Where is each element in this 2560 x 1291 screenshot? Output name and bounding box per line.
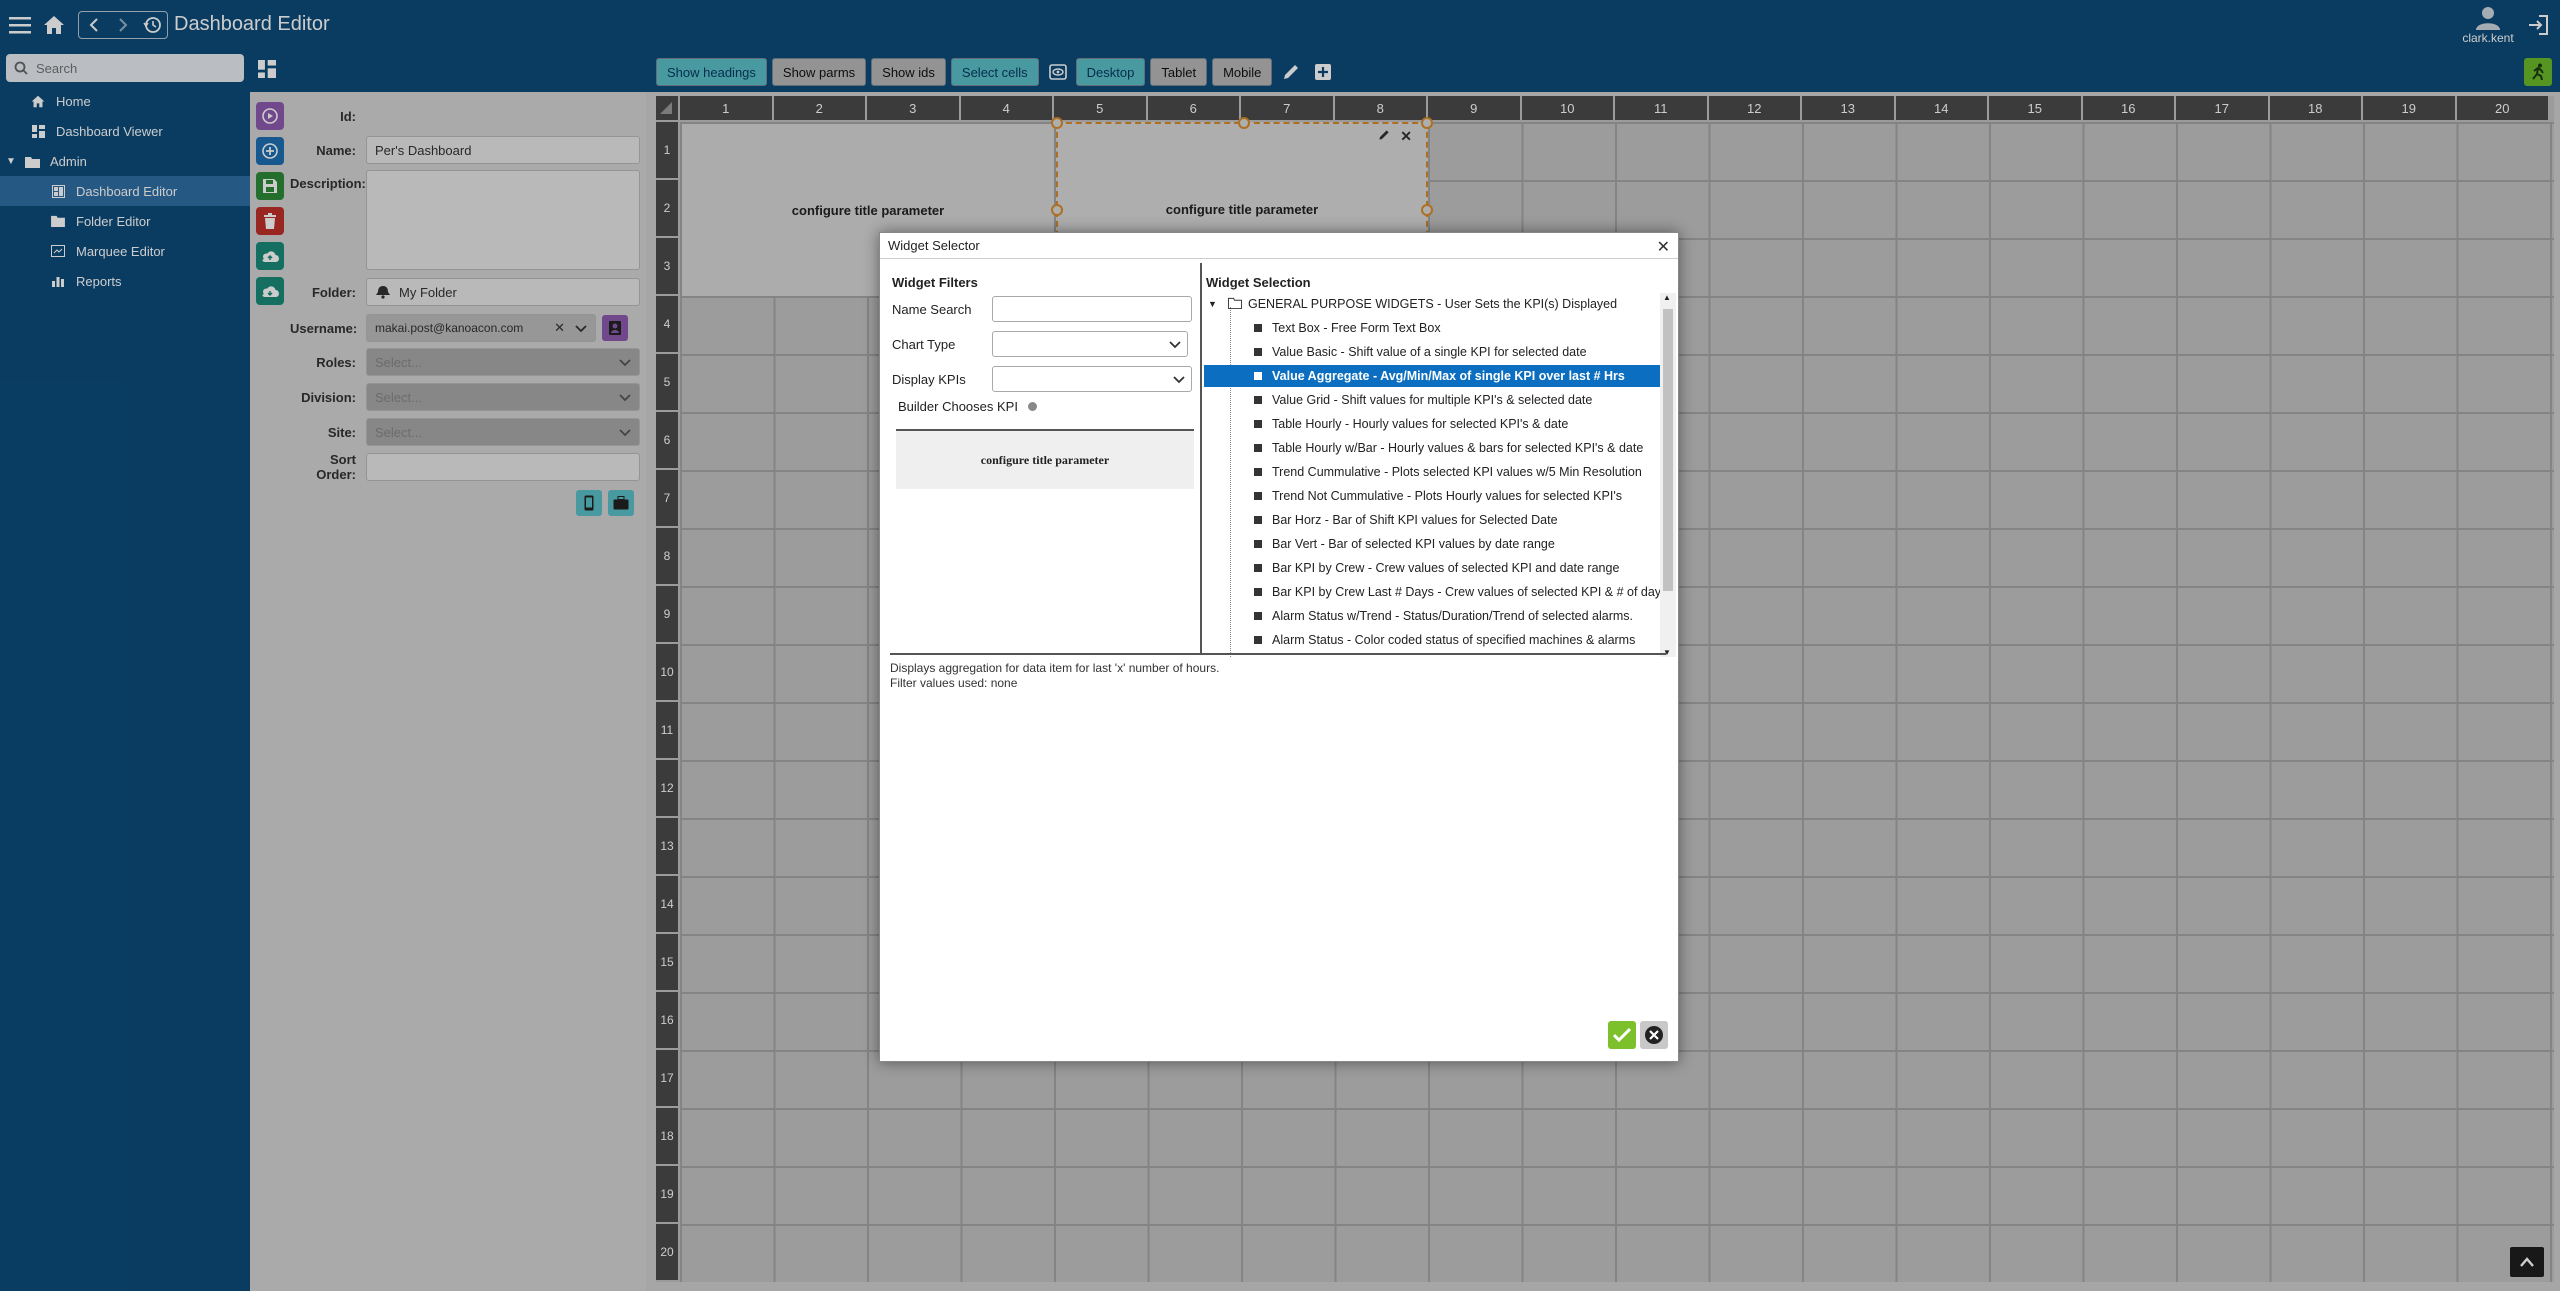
widget-selector-dialog: Widget Selector ✕ Widget Filters Name Se… bbox=[879, 232, 1679, 1062]
widget-item-label: Trend Cummulative - Plots selected KPI v… bbox=[1272, 465, 1642, 479]
checkmark-icon bbox=[1613, 1028, 1631, 1042]
dialog-header: Widget Selector ✕ bbox=[880, 233, 1678, 259]
toggle-indicator[interactable] bbox=[1027, 402, 1037, 411]
widget-square-icon bbox=[1254, 612, 1262, 620]
widget-square-icon bbox=[1254, 420, 1262, 428]
filters-title: Widget Filters bbox=[892, 275, 978, 290]
tree-root-label: GENERAL PURPOSE WIDGETS - User Sets the … bbox=[1248, 297, 1618, 311]
widget-tree-item[interactable]: Value Grid - Shift values for multiple K… bbox=[1204, 389, 1660, 411]
display-kpis-label: Display KPIs bbox=[892, 371, 966, 387]
widget-item-label: Value Basic - Shift value of a single KP… bbox=[1272, 345, 1587, 359]
display-kpis-select[interactable] bbox=[992, 366, 1192, 392]
widget-tree-item[interactable]: Trend Cummulative - Plots selected KPI v… bbox=[1204, 461, 1660, 483]
widget-item-label: Alarm Status - Color coded status of spe… bbox=[1272, 633, 1636, 647]
widget-square-icon bbox=[1254, 372, 1262, 380]
widget-square-icon bbox=[1254, 564, 1262, 572]
widget-square-icon bbox=[1254, 636, 1262, 644]
widget-tree-item[interactable]: Bar KPI by Crew Last # Days - Crew value… bbox=[1204, 581, 1660, 603]
widget-filters-panel: Widget Filters Name Search Chart Type Di… bbox=[890, 263, 1200, 653]
widget-tree: ▼ GENERAL PURPOSE WIDGETS - User Sets th… bbox=[1204, 293, 1660, 657]
tree-scrollbar[interactable]: ▲ ▼ bbox=[1660, 293, 1676, 657]
scroll-up-icon[interactable]: ▲ bbox=[1663, 293, 1671, 302]
dialog-title: Widget Selector bbox=[888, 238, 980, 253]
widget-tree-item[interactable]: Text Box - Free Form Text Box bbox=[1204, 317, 1660, 339]
widget-tree-item[interactable]: Bar Horz - Bar of Shift KPI values for S… bbox=[1204, 509, 1660, 531]
confirm-button[interactable] bbox=[1608, 1021, 1636, 1049]
chart-type-row: Chart Type bbox=[892, 330, 1202, 358]
widget-square-icon bbox=[1254, 516, 1262, 524]
caret-down-icon[interactable]: ▼ bbox=[1208, 299, 1222, 309]
chevron-down-icon bbox=[1169, 337, 1181, 352]
widget-tree-item[interactable]: Value Basic - Shift value of a single KP… bbox=[1204, 341, 1660, 363]
folder-open-icon bbox=[1228, 297, 1242, 312]
widget-item-label: Table Hourly w/Bar - Hourly values & bar… bbox=[1272, 441, 1644, 455]
widget-square-icon bbox=[1254, 324, 1262, 332]
widget-tree-item[interactable]: Bar Vert - Bar of selected KPI values by… bbox=[1204, 533, 1660, 555]
chevron-down-icon bbox=[1173, 372, 1185, 387]
widget-item-label: Text Box - Free Form Text Box bbox=[1272, 321, 1441, 335]
widget-selection-panel: Widget Selection ▼ GENERAL PURPOSE WIDGE… bbox=[1204, 263, 1676, 657]
widget-square-icon bbox=[1254, 348, 1262, 356]
tree-root-node[interactable]: ▼ GENERAL PURPOSE WIDGETS - User Sets th… bbox=[1204, 293, 1660, 315]
widget-tree-item[interactable]: Alarm Status w/Trend - Status/Duration/T… bbox=[1204, 605, 1660, 627]
widget-item-label: Bar KPI by Crew - Crew values of selecte… bbox=[1272, 561, 1620, 575]
widget-item-label: Trend Not Cummulative - Plots Hourly val… bbox=[1272, 489, 1622, 503]
selection-title: Widget Selection bbox=[1206, 275, 1311, 290]
widget-item-label: Bar Horz - Bar of Shift KPI values for S… bbox=[1272, 513, 1558, 527]
widget-tree-item[interactable]: Value Aggregate - Avg/Min/Max of single … bbox=[1204, 365, 1660, 387]
chart-type-select[interactable] bbox=[992, 331, 1188, 357]
name-search-row: Name Search bbox=[892, 295, 1202, 323]
description-divider bbox=[890, 653, 1666, 655]
close-icon[interactable]: ✕ bbox=[1657, 237, 1670, 257]
builder-label: Builder Chooses KPI bbox=[898, 399, 1018, 414]
preview-text: configure title parameter bbox=[980, 452, 1110, 467]
widget-item-label: Alarm Status w/Trend - Status/Duration/T… bbox=[1272, 609, 1634, 623]
widget-square-icon bbox=[1254, 396, 1262, 404]
cancel-button[interactable] bbox=[1640, 1021, 1668, 1049]
filter-values-line: Filter values used: none bbox=[890, 676, 1018, 690]
widget-square-icon bbox=[1254, 492, 1262, 500]
display-kpis-row: Display KPIs bbox=[892, 365, 1202, 393]
widget-square-icon bbox=[1254, 468, 1262, 476]
widget-tree-item[interactable]: Alarm Status - Color coded status of spe… bbox=[1204, 629, 1660, 651]
widget-tree-item[interactable]: Table Hourly w/Bar - Hourly values & bar… bbox=[1204, 437, 1660, 459]
widget-item-label: Bar Vert - Bar of selected KPI values by… bbox=[1272, 537, 1555, 551]
widget-tree-item[interactable]: Table Hourly - Hourly values for selecte… bbox=[1204, 413, 1660, 435]
chart-type-label: Chart Type bbox=[892, 336, 956, 352]
widget-item-label: Value Grid - Shift values for multiple K… bbox=[1272, 393, 1593, 407]
widget-square-icon bbox=[1254, 588, 1262, 596]
widget-item-label: Bar KPI by Crew Last # Days - Crew value… bbox=[1272, 585, 1660, 599]
name-search-label: Name Search bbox=[892, 301, 972, 317]
widget-tree-item[interactable]: Bar KPI by Crew - Crew values of selecte… bbox=[1204, 557, 1660, 579]
widget-tree-item[interactable]: Trend Not Cummulative - Plots Hourly val… bbox=[1204, 485, 1660, 507]
scrollbar-thumb[interactable] bbox=[1663, 309, 1673, 591]
cancel-circle-icon bbox=[1645, 1026, 1663, 1044]
name-search-input[interactable] bbox=[992, 296, 1192, 322]
widget-square-icon bbox=[1254, 444, 1262, 452]
widget-preview: configure title parameter bbox=[896, 429, 1194, 489]
widget-description: Displays aggregation for data item for l… bbox=[890, 661, 1219, 691]
widget-item-label: Table Hourly - Hourly values for selecte… bbox=[1272, 417, 1569, 431]
panel-divider bbox=[1200, 263, 1202, 653]
builder-chooses-kpi[interactable]: Builder Chooses KPI bbox=[898, 399, 1037, 414]
description-line: Displays aggregation for data item for l… bbox=[890, 661, 1220, 675]
widget-item-label: Value Aggregate - Avg/Min/Max of single … bbox=[1272, 369, 1625, 383]
widget-square-icon bbox=[1254, 540, 1262, 548]
